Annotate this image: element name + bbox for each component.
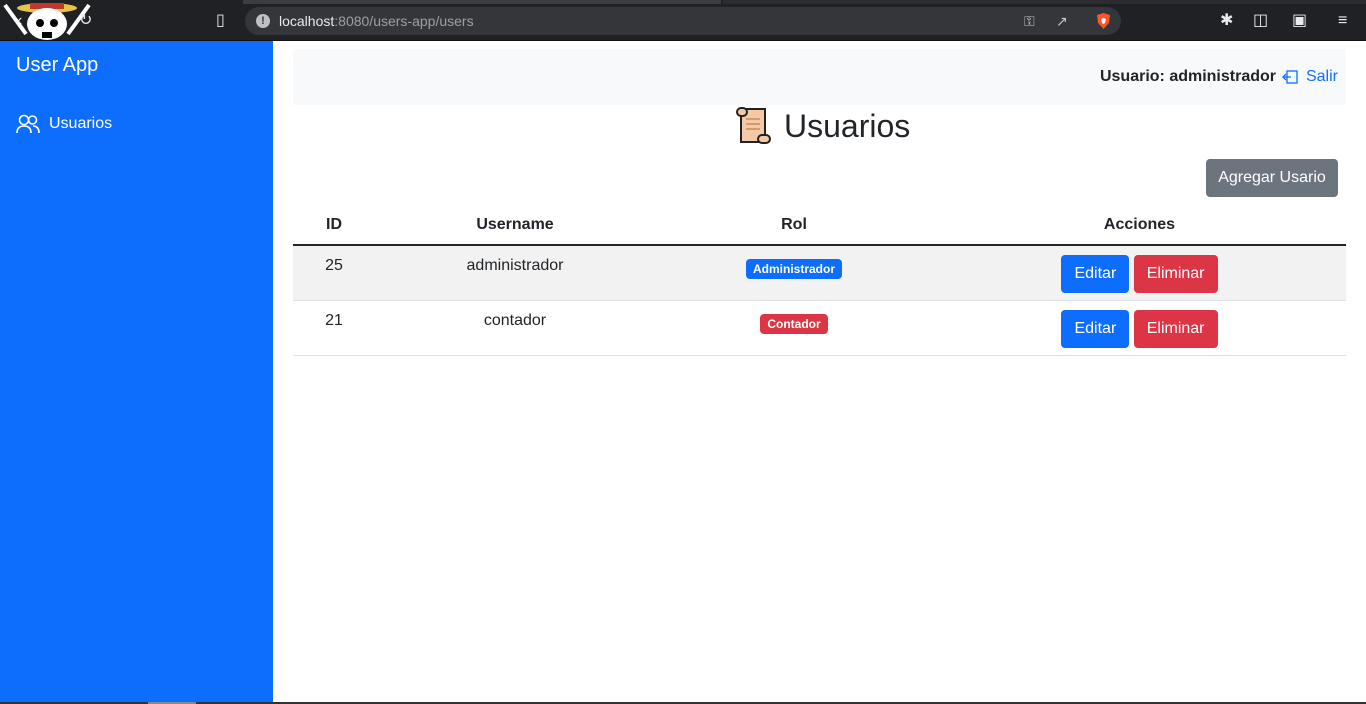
address-bar[interactable]: ! localhost:8080/users-app/users ⚿ ↗	[245, 7, 1121, 35]
url-text[interactable]: localhost:8080/users-app/users	[279, 13, 474, 29]
edit-button[interactable]: Editar	[1061, 309, 1130, 348]
sidebar-item-usuarios[interactable]: Usuarios	[16, 114, 112, 134]
users-icon	[16, 114, 40, 134]
cell-id: 25	[293, 245, 375, 301]
cell-rol: Administrador	[655, 245, 933, 301]
top-navbar: Usuario: administrador Salir	[293, 49, 1346, 105]
users-table: ID Username Rol Acciones 25 administrado…	[293, 206, 1346, 356]
scroll-icon	[736, 107, 771, 144]
column-header-rol[interactable]: Rol	[655, 206, 933, 246]
column-header-username[interactable]: Username	[375, 206, 655, 246]
wallet-icon[interactable]: ▣	[1292, 13, 1307, 29]
sidebar: User App Usuarios	[0, 41, 273, 704]
extensions-icon[interactable]: ✱	[1220, 13, 1233, 29]
current-user-label: Usuario: administrador	[1099, 68, 1276, 85]
edit-button[interactable]: Editar	[1061, 255, 1130, 293]
role-badge: Administrador	[745, 259, 842, 279]
tab-strip	[723, 0, 1366, 4]
logout-link[interactable]: Salir	[1282, 68, 1338, 86]
delete-button[interactable]: Eliminar	[1133, 255, 1218, 293]
table-row: 21 contador Contador Editar Eliminar	[293, 300, 1346, 356]
back-icon[interactable]: ‹	[17, 13, 22, 29]
table-row: 25 administrador Administrador Editar El…	[293, 245, 1346, 301]
sidebar-item-label: Usuarios	[49, 115, 113, 132]
cell-id: 21	[293, 300, 375, 356]
sidebar-icon[interactable]: ◫	[1253, 13, 1268, 29]
cell-actions: Editar Eliminar	[933, 245, 1346, 301]
logout-icon	[1282, 70, 1298, 84]
browser-toolbar: ‹ ↻ ▯ ! localhost:8080/users-app/users ⚿…	[0, 0, 1366, 41]
column-header-id[interactable]: ID	[293, 206, 375, 246]
active-tab-indicator	[243, 0, 721, 4]
key-icon[interactable]: ⚿	[1024, 13, 1035, 30]
cell-rol: Contador	[655, 300, 933, 356]
delete-button[interactable]: Eliminar	[1133, 309, 1218, 348]
table-header-row: ID Username Rol Acciones	[293, 206, 1346, 246]
role-badge: Contador	[760, 313, 828, 334]
share-icon[interactable]: ↗	[1056, 13, 1068, 30]
add-user-button[interactable]: Agregar Usario	[1206, 159, 1338, 197]
cell-actions: Editar Eliminar	[933, 300, 1346, 356]
reload-icon[interactable]: ↻	[79, 13, 92, 29]
page-title: Usuarios	[734, 106, 910, 146]
page-heading: Usuarios	[784, 107, 911, 144]
bookmark-icon[interactable]: ▯	[216, 13, 225, 29]
cell-username: administrador	[375, 245, 655, 301]
brave-shield-icon[interactable]	[1095, 12, 1112, 30]
cell-username: contador	[375, 300, 655, 356]
menu-icon[interactable]: ≡	[1338, 13, 1347, 29]
brand-title[interactable]: User App	[16, 54, 98, 77]
info-icon[interactable]: !	[256, 14, 270, 28]
column-header-acciones[interactable]: Acciones	[933, 206, 1346, 246]
logout-label: Salir	[1305, 68, 1338, 85]
